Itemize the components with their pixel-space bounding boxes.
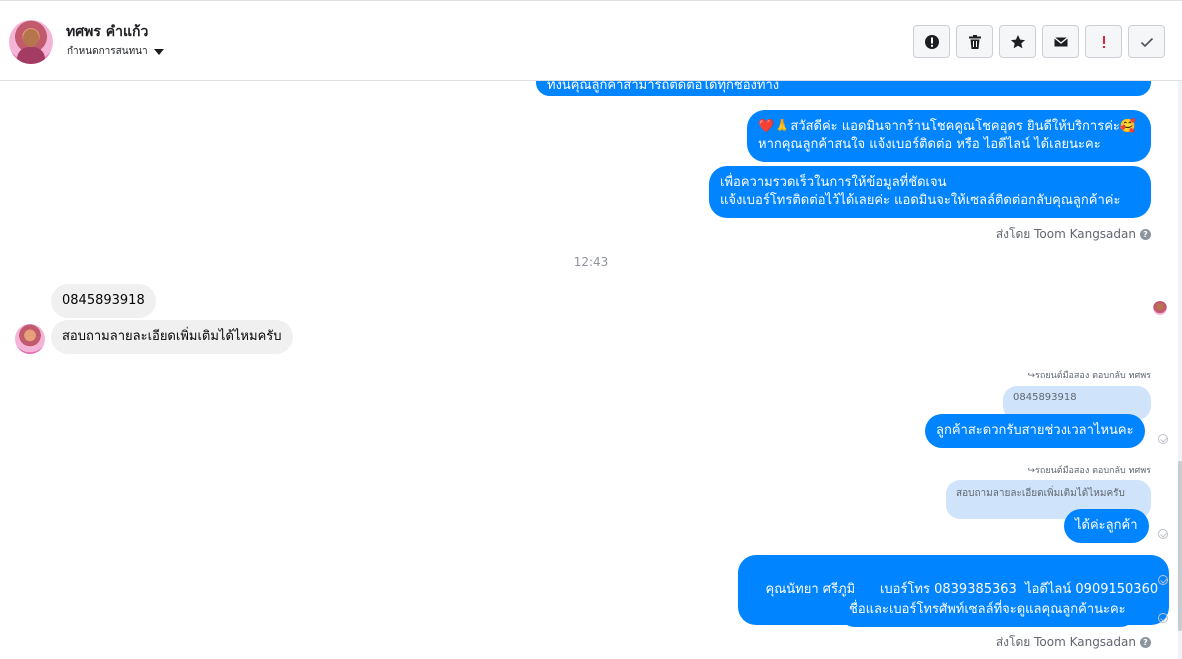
sent-check-icon [1158, 575, 1168, 585]
customer-message-question[interactable]: สอบถามลายละเอียดเพิ่มเติมได้ไหมครับ [51, 320, 293, 354]
message-bubble-reply-time[interactable]: ลูกค้าสะดวกรับสายช่วงเวลาไหนคะ [925, 414, 1145, 448]
conversation-header: ทศพร คำแก้ว กำหนดการสนทนา [0, 0, 1182, 81]
spam-button[interactable] [913, 25, 950, 58]
message-bubble-info-request[interactable]: เพื่อความรวดเร็วในการให้ข้อมูลที่ชัดเจน … [709, 166, 1151, 218]
contact-name[interactable]: ทศพร คำแก้ว [66, 21, 148, 43]
help-icon[interactable]: ? [1140, 229, 1151, 240]
contact-avatar[interactable] [9, 20, 53, 64]
customer-avatar[interactable] [15, 324, 45, 354]
sent-by-label: ส่งโดย Toom Kangsadan ? [996, 633, 1151, 652]
sent-check-icon [1158, 434, 1168, 444]
message-text: หากคุณลูกค้าสนใจ แจ้งเบอร์ติดต่อ หรือ ไอ… [758, 137, 1101, 152]
message-text: ชื่อและเบอร์โทรศัพท์เซลล์ที่จะดูแลคุณลูก… [849, 602, 1126, 617]
sent-check-icon [1158, 613, 1168, 623]
message-text: ลูกค้าสะดวกรับสายช่วงเวลาไหนคะ [936, 423, 1134, 438]
caret-down-icon [153, 48, 164, 55]
scrollbar-thumb[interactable] [1178, 461, 1182, 631]
timestamp-divider: 12:43 [573, 255, 609, 269]
message-text: 0845893918 [62, 293, 145, 308]
envelope-icon [1053, 36, 1068, 46]
message-bubble-confirm[interactable]: ได้ค่ะลูกค้า [1064, 509, 1149, 543]
message-bubble-contact-note[interactable]: ชื่อและเบอร์โทรศัพท์เซลล์ที่จะดูแลคุณลูก… [838, 593, 1137, 627]
star-icon [1010, 34, 1025, 48]
schedule-label: กำหนดการสนทนา [67, 46, 148, 57]
message-text: ได้ค่ะลูกค้า [1075, 518, 1138, 533]
schedule-dropdown[interactable]: กำหนดการสนทนา [67, 44, 164, 59]
exclamation-icon [1102, 35, 1105, 48]
delete-button[interactable] [956, 25, 993, 58]
reply-context-label: ↪รถยนต์มือสอง ตอบกลับ ทศพร [1027, 371, 1152, 381]
reply-context-label: ↪รถยนต์มือสอง ตอบกลับ ทศพร [1027, 466, 1152, 476]
sent-by-label: ส่งโดย Toom Kangsadan ? [996, 225, 1151, 244]
message-text: ❤️🙏สวัสดีค่ะ แอดมินจากร้านโชคคูณโชคอุดร … [758, 119, 1137, 134]
sent-check-icon [1158, 529, 1168, 539]
message-bubble-partial[interactable]: ทั้งนี้คุณลูกค้าสามารถติดต่อได้ทุกช่องทา… [536, 81, 1151, 96]
conversation-toolbar [913, 25, 1165, 58]
alert-circle-icon [924, 34, 939, 49]
sent-by-text: ส่งโดย Toom Kangsadan [995, 227, 1136, 241]
message-bubble-greeting[interactable]: ❤️🙏สวัสดีค่ะ แอดมินจากร้านโชคคูณโชคอุดร … [747, 110, 1151, 162]
star-button[interactable] [999, 25, 1036, 58]
message-text: เพื่อความรวดเร็วในการให้ข้อมูลที่ชัดเจน [720, 175, 947, 190]
priority-button[interactable] [1085, 25, 1122, 58]
message-text: ทั้งนี้คุณลูกค้าสามารถติดต่อได้ทุกช่องทา… [547, 81, 780, 93]
message-text: สอบถามลายละเอียดเพิ่มเติมได้ไหมครับ [62, 329, 282, 344]
read-receipt-avatar [1153, 301, 1167, 315]
quoted-text: สอบถามลายละเอียดเพิ่มเติมได้ไหมครับ [956, 488, 1125, 499]
mark-unread-button[interactable] [1042, 25, 1079, 58]
customer-message-phone[interactable]: 0845893918 [51, 284, 156, 318]
message-text: แจ้งเบอร์โทรติดต่อไว้ได้เลยค่ะ แอดมินจะใ… [720, 193, 1121, 208]
trash-icon [968, 34, 981, 49]
quoted-text: 0845893918 [1013, 392, 1077, 403]
checkmark-icon [1140, 37, 1153, 47]
sent-by-text: ส่งโดย Toom Kangsadan [995, 635, 1136, 649]
mark-done-button[interactable] [1128, 25, 1165, 58]
help-icon[interactable]: ? [1140, 637, 1151, 648]
message-thread[interactable]: ทั้งนี้คุณลูกค้าสามารถติดต่อได้ทุกช่องทา… [0, 81, 1182, 659]
